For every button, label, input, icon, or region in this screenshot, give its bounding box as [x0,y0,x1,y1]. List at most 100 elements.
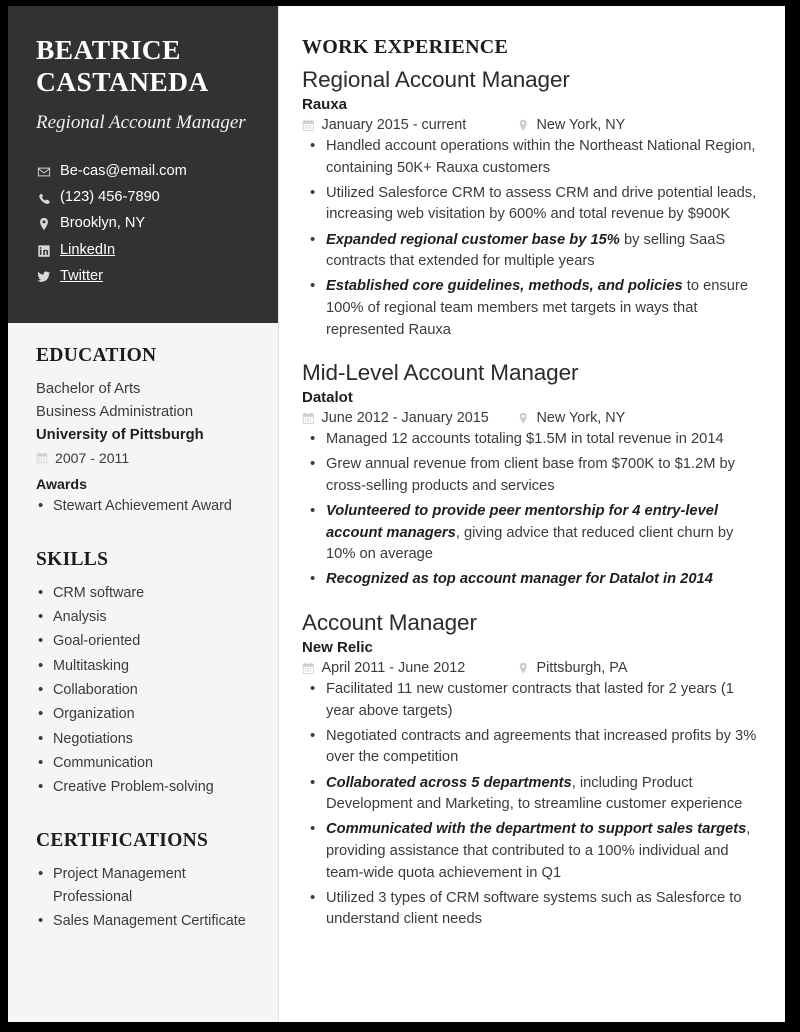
linkedin-icon [36,243,51,258]
education-heading: EDUCATION [36,345,157,366]
contact-email[interactable]: Be-cas@email.com [36,161,250,183]
job-entry: Mid-Level Account Manager Datalot June 201… [302,359,761,591]
list-item: Collaboration [36,678,252,703]
contact-linkedin-text: LinkedIn [60,241,116,258]
list-item: Negotiations [36,727,252,752]
bullet-highlight: Volunteered to provide peer mentorship f… [326,503,719,541]
skills-section: SKILLS CRM software Analysis Goal-orient… [36,549,252,800]
sidebar: BEATRICE CASTANEDA Regional Account Mana… [8,6,279,1022]
job-bullet-list: Handled account operations within the No… [302,135,761,341]
job-dates: January 2015 - current [302,117,517,133]
job-meta: June 2012 - January 2015 New York, NY [302,410,761,426]
job-meta: April 2011 - June 2012 Pittsburgh, PA [302,660,761,676]
contact-location-text: Brooklyn, NY [60,215,146,232]
resume-page: BEATRICE CASTANEDA Regional Account Mana… [8,6,785,1022]
job-bullet-list: Managed 12 accounts totaling $1.5M in to… [302,428,761,591]
awards-label: Awards [36,477,87,494]
list-item: Communication [36,751,252,776]
job-location-text: New York, NY [536,117,626,134]
calendar-icon [302,412,315,425]
job-dates-text: April 2011 - June 2012 [321,660,466,677]
calendar-icon [36,452,48,464]
candidate-first-name: BEATRICE [36,34,181,65]
candidate-name: BEATRICE CASTANEDA [36,34,250,99]
certifications-heading: CERTIFICATIONS [36,829,209,851]
twitter-icon [36,270,51,285]
sidebar-body: EDUCATION Bachelor of Arts Business Admi… [8,323,278,934]
education-section: EDUCATION Bachelor of Arts Business Admi… [36,345,252,519]
list-item: Creative Problem-solving [36,775,252,800]
work-experience-heading: WORK EXPERIENCE [302,36,509,58]
list-item: Multitasking [36,654,252,679]
education-degree: Bachelor of Arts [36,381,141,397]
job-bullet: Grew annual revenue from client base fro… [302,453,761,497]
map-pin-icon [517,662,530,675]
job-company: New Relic [302,639,373,657]
job-bullet: Established core guidelines, methods, an… [302,275,761,341]
contact-twitter-text: Twitter [60,268,103,285]
job-dates: April 2011 - June 2012 [302,660,517,676]
awards-list: Stewart Achievement Award [36,494,252,519]
job-bullet: Volunteered to provide peer mentorship f… [302,500,761,566]
envelope-icon [36,164,51,179]
job-bullet: Facilitated 11 new customer contracts th… [302,678,761,722]
job-meta: January 2015 - current New York, NY [302,117,761,133]
candidate-last-name: CASTANEDA [36,66,209,98]
contact-linkedin[interactable]: LinkedIn [36,240,250,262]
education-dates: 2007 - 2011 [36,450,252,466]
job-entry: Account Manager New Relic April 2011 - Jun… [302,609,761,931]
contact-twitter[interactable]: Twitter [36,266,250,288]
certifications-list: Project Management Professional Sales Ma… [36,862,252,934]
map-pin-icon [517,119,530,132]
phone-icon [36,190,51,205]
job-dates-text: January 2015 - current [321,117,467,134]
main-content: WORK EXPERIENCE Regional Account Manager… [279,6,785,1022]
job-location-text: Pittsburgh, PA [536,660,628,677]
map-pin-icon [36,217,51,232]
contact-location: Brooklyn, NY [36,213,250,235]
contact-phone[interactable]: (123) 456-7890 [36,187,250,209]
job-title: Account Manager [302,610,477,635]
job-bullet-list: Facilitated 11 new customer contracts th… [302,678,761,931]
job-dates: June 2012 - January 2015 [302,410,517,426]
job-bullet: Utilized Salesforce CRM to assess CRM an… [302,182,761,226]
job-dates-text: June 2012 - January 2015 [321,410,489,427]
job-bullet: Managed 12 accounts totaling $1.5M in to… [302,428,761,451]
contact-list: Be-cas@email.com (123) 456-7890 Brooklyn… [36,161,250,288]
job-company: Datalot [302,389,353,407]
job-bullet: Negotiated contracts and agreements that… [302,725,761,769]
bullet-highlight: Expanded regional customer base by 15% [326,231,620,248]
job-title: Regional Account Manager [302,67,570,92]
skills-heading: SKILLS [36,548,109,570]
job-bullet: Collaborated across 5 departments, inclu… [302,772,761,816]
job-bullet: Handled account operations within the No… [302,135,761,179]
job-location-text: New York, NY [536,410,626,427]
work-experience-list: Regional Account Manager Rauxa January 201… [302,66,761,931]
calendar-icon [302,662,315,675]
job-company: Rauxa [302,96,348,114]
contact-phone-text: (123) 456-7890 [60,189,160,206]
certifications-section: CERTIFICATIONS Project Management Profes… [36,830,252,934]
job-entry: Regional Account Manager Rauxa January 201… [302,66,761,341]
list-item: Stewart Achievement Award [36,494,252,519]
list-item: CRM software [36,581,252,606]
bullet-highlight: Recognized as top account manager for Da… [326,571,713,588]
bullet-highlight: Collaborated across 5 departments [326,774,572,791]
candidate-headline: Regional Account Manager [36,111,246,133]
list-item: Goal-oriented [36,629,252,654]
education-school: University of Pittsburgh [36,427,204,444]
contact-email-text: Be-cas@email.com [60,162,187,179]
job-title: Mid-Level Account Manager [302,360,579,386]
job-bullet: Communicated with the department to supp… [302,818,761,884]
education-field: Business Administration [36,404,194,421]
skills-list: CRM software Analysis Goal-oriented Mult… [36,581,252,800]
list-item: Organization [36,702,252,727]
calendar-icon [302,119,315,132]
job-location: New York, NY [517,410,625,426]
list-item: Project Management Professional [36,862,252,910]
bullet-highlight: Established core guidelines, methods, an… [326,278,683,295]
job-location: New York, NY [517,117,625,133]
job-bullet: Expanded regional customer base by 15% b… [302,229,761,273]
job-bullet: Utilized 3 types of CRM software systems… [302,887,761,931]
bullet-highlight: Communicated with the department to supp… [326,821,747,838]
